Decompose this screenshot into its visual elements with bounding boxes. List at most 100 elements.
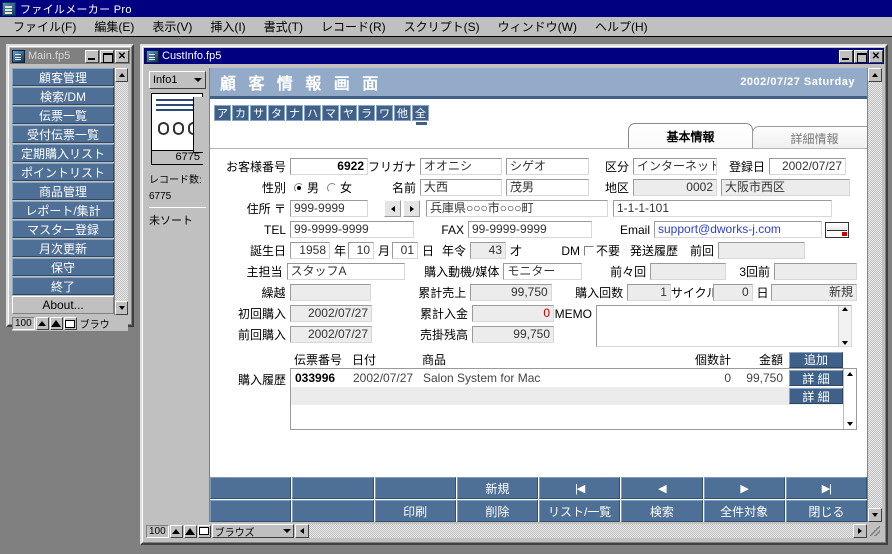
kana-button-all[interactable]: 全 <box>412 105 429 125</box>
main-scroll-down-button[interactable] <box>115 301 128 315</box>
record-book[interactable]: 6775 <box>149 93 206 171</box>
nav-button-product-mgmt[interactable]: 商品管理 <box>12 182 114 200</box>
kana-button-ha[interactable]: ハ <box>304 105 321 121</box>
bottom-button-search[interactable]: 検索 <box>621 500 703 522</box>
field-name-mei[interactable]: 茂男 <box>506 179 589 196</box>
history-scrollbar[interactable] <box>843 369 856 429</box>
main-minimize-button[interactable] <box>85 49 99 63</box>
main-maximize-button[interactable] <box>100 49 114 63</box>
bottom-button-blank-2[interactable] <box>292 477 374 499</box>
layout-scroll-down-button[interactable] <box>868 508 882 522</box>
main-window-titlebar[interactable]: Main.fp5 ✕ <box>10 48 130 64</box>
send-mail-icon[interactable] <box>825 221 849 238</box>
hscroll-right-button[interactable] <box>853 524 867 538</box>
kana-button-a[interactable]: ア <box>214 105 231 121</box>
radio-gender-female[interactable]: 女 <box>327 179 352 196</box>
history-detail-button[interactable]: 詳 細 <box>789 388 843 404</box>
nav-button-slip-list[interactable]: 伝票一覧 <box>12 106 114 124</box>
menu-help[interactable]: ヘルプ(H) <box>586 16 657 37</box>
custinfo-zoom-in-button[interactable] <box>183 524 197 538</box>
layout-scroll-track[interactable] <box>868 82 882 508</box>
window-resize-grip[interactable] <box>868 524 882 538</box>
bottom-button-first-record[interactable]: |◀ <box>539 477 621 499</box>
nav-button-report-summary[interactable]: レポート/集計 <box>12 201 114 219</box>
custinfo-mode-selector[interactable]: ブラウズ <box>211 524 294 539</box>
field-fax[interactable]: 99-9999-9999 <box>468 221 592 238</box>
layout-vertical-scrollbar[interactable] <box>867 68 882 522</box>
nav-button-subscription-list[interactable]: 定期購入リスト <box>12 144 114 162</box>
menu-records[interactable]: レコード(R) <box>312 16 395 37</box>
memo-text[interactable] <box>597 306 838 346</box>
field-birth-year[interactable]: 1958 <box>290 242 330 259</box>
menu-file[interactable]: ファイル(F) <box>4 16 85 37</box>
history-detail-button[interactable]: 詳 細 <box>789 370 843 386</box>
custinfo-titlebar[interactable]: CustInfo.fp5 ✕ <box>144 48 884 64</box>
bottom-button-last-record[interactable]: ▶| <box>785 477 867 499</box>
hscroll-track[interactable] <box>308 524 853 538</box>
menu-edit[interactable]: 編集(E) <box>85 16 143 37</box>
field-chiku-code[interactable]: 0002 <box>633 179 717 196</box>
radio-gender-male[interactable]: 男 <box>294 179 319 196</box>
custinfo-horizontal-scrollbar[interactable] <box>294 524 867 538</box>
bottom-button-close[interactable]: 閉じる <box>785 500 867 522</box>
kana-button-other[interactable]: 他 <box>394 105 411 121</box>
main-scroll-up-button[interactable] <box>115 68 128 82</box>
field-kubun[interactable]: インターネット <box>633 158 717 175</box>
menu-scripts[interactable]: スクリプト(S) <box>395 16 489 37</box>
bottom-button-show-all[interactable]: 全件対象 <box>703 500 785 522</box>
nav-button-reception-slip-list[interactable]: 受付伝票一覧 <box>12 125 114 143</box>
layout-scroll-up-button[interactable] <box>868 68 882 82</box>
nav-button-about[interactable]: About... <box>12 296 114 314</box>
field-tel[interactable]: 99-9999-9999 <box>290 221 414 238</box>
field-birth-day[interactable]: 01 <box>392 242 418 259</box>
field-furigana-sei[interactable]: オオニシ <box>420 158 502 175</box>
kana-button-ya[interactable]: ヤ <box>340 105 357 121</box>
tab-detail-info[interactable]: 詳細情報 <box>752 126 867 149</box>
bottom-button-list-view[interactable]: リスト/一覧 <box>539 500 621 522</box>
dm-unneeded-checkbox[interactable]: 不要 <box>584 242 620 259</box>
address-next-button[interactable] <box>403 200 420 217</box>
history-add-button[interactable]: 追加 <box>789 351 843 368</box>
bottom-button-next-record[interactable]: ▶ <box>703 477 785 499</box>
nav-button-customer-mgmt[interactable]: 顧客管理 <box>12 68 114 86</box>
menu-window[interactable]: ウィンドウ(W) <box>489 16 586 37</box>
field-memo[interactable] <box>596 305 852 347</box>
main-close-button[interactable]: ✕ <box>115 49 129 63</box>
main-scroll-track[interactable] <box>115 82 128 301</box>
zoom-in-button[interactable] <box>49 317 63 330</box>
custinfo-zoom-out-button[interactable] <box>169 524 183 538</box>
kana-button-ra[interactable]: ラ <box>358 105 375 121</box>
field-address1[interactable]: 兵庫県○○○市○○○町 <box>426 200 608 217</box>
nav-button-monthly-update[interactable]: 月次更新 <box>12 239 114 257</box>
field-birth-month[interactable]: 10 <box>348 242 374 259</box>
kana-button-na[interactable]: ナ <box>286 105 303 121</box>
nav-button-master-registration[interactable]: マスター登録 <box>12 220 114 238</box>
address-prev-button[interactable] <box>384 200 401 217</box>
bottom-button-new[interactable]: 新規 <box>456 477 538 499</box>
field-touroku-date[interactable]: 2002/07/27 <box>769 158 846 175</box>
table-row[interactable]: 詳 細 <box>291 387 843 405</box>
menu-view[interactable]: 表示(V) <box>143 16 201 37</box>
nav-button-point-list[interactable]: ポイントリスト <box>12 163 114 181</box>
kana-button-ka[interactable]: カ <box>232 105 249 121</box>
bottom-button-blank-1[interactable] <box>210 477 292 499</box>
field-furigana-mei[interactable]: シゲオ <box>506 158 589 175</box>
main-vertical-scrollbar[interactable] <box>114 68 128 315</box>
bottom-button-blank-5[interactable] <box>292 500 374 522</box>
kana-button-ma[interactable]: マ <box>322 105 339 121</box>
hscroll-left-button[interactable] <box>294 524 309 538</box>
nav-button-search-dm[interactable]: 検索/DM <box>12 87 114 105</box>
custinfo-minimize-button[interactable] <box>839 49 853 63</box>
layout-selector[interactable]: Info1 <box>149 71 206 89</box>
memo-scrollbar[interactable] <box>838 306 851 346</box>
menu-format[interactable]: 書式(T) <box>255 16 312 37</box>
bottom-button-blank-3[interactable] <box>374 477 456 499</box>
custinfo-close-button[interactable]: ✕ <box>869 49 883 63</box>
status-area-toggle-button[interactable] <box>63 317 77 330</box>
field-zip[interactable]: 999-9999 <box>290 200 368 217</box>
field-name-sei[interactable]: 大西 <box>420 179 502 196</box>
bottom-button-blank-4[interactable] <box>210 500 292 522</box>
kana-button-wa[interactable]: ワ <box>376 105 393 121</box>
field-motive[interactable]: モニター <box>503 263 582 280</box>
table-row[interactable]: 033996 2002/07/27 Salon System for Mac 0… <box>291 369 843 387</box>
